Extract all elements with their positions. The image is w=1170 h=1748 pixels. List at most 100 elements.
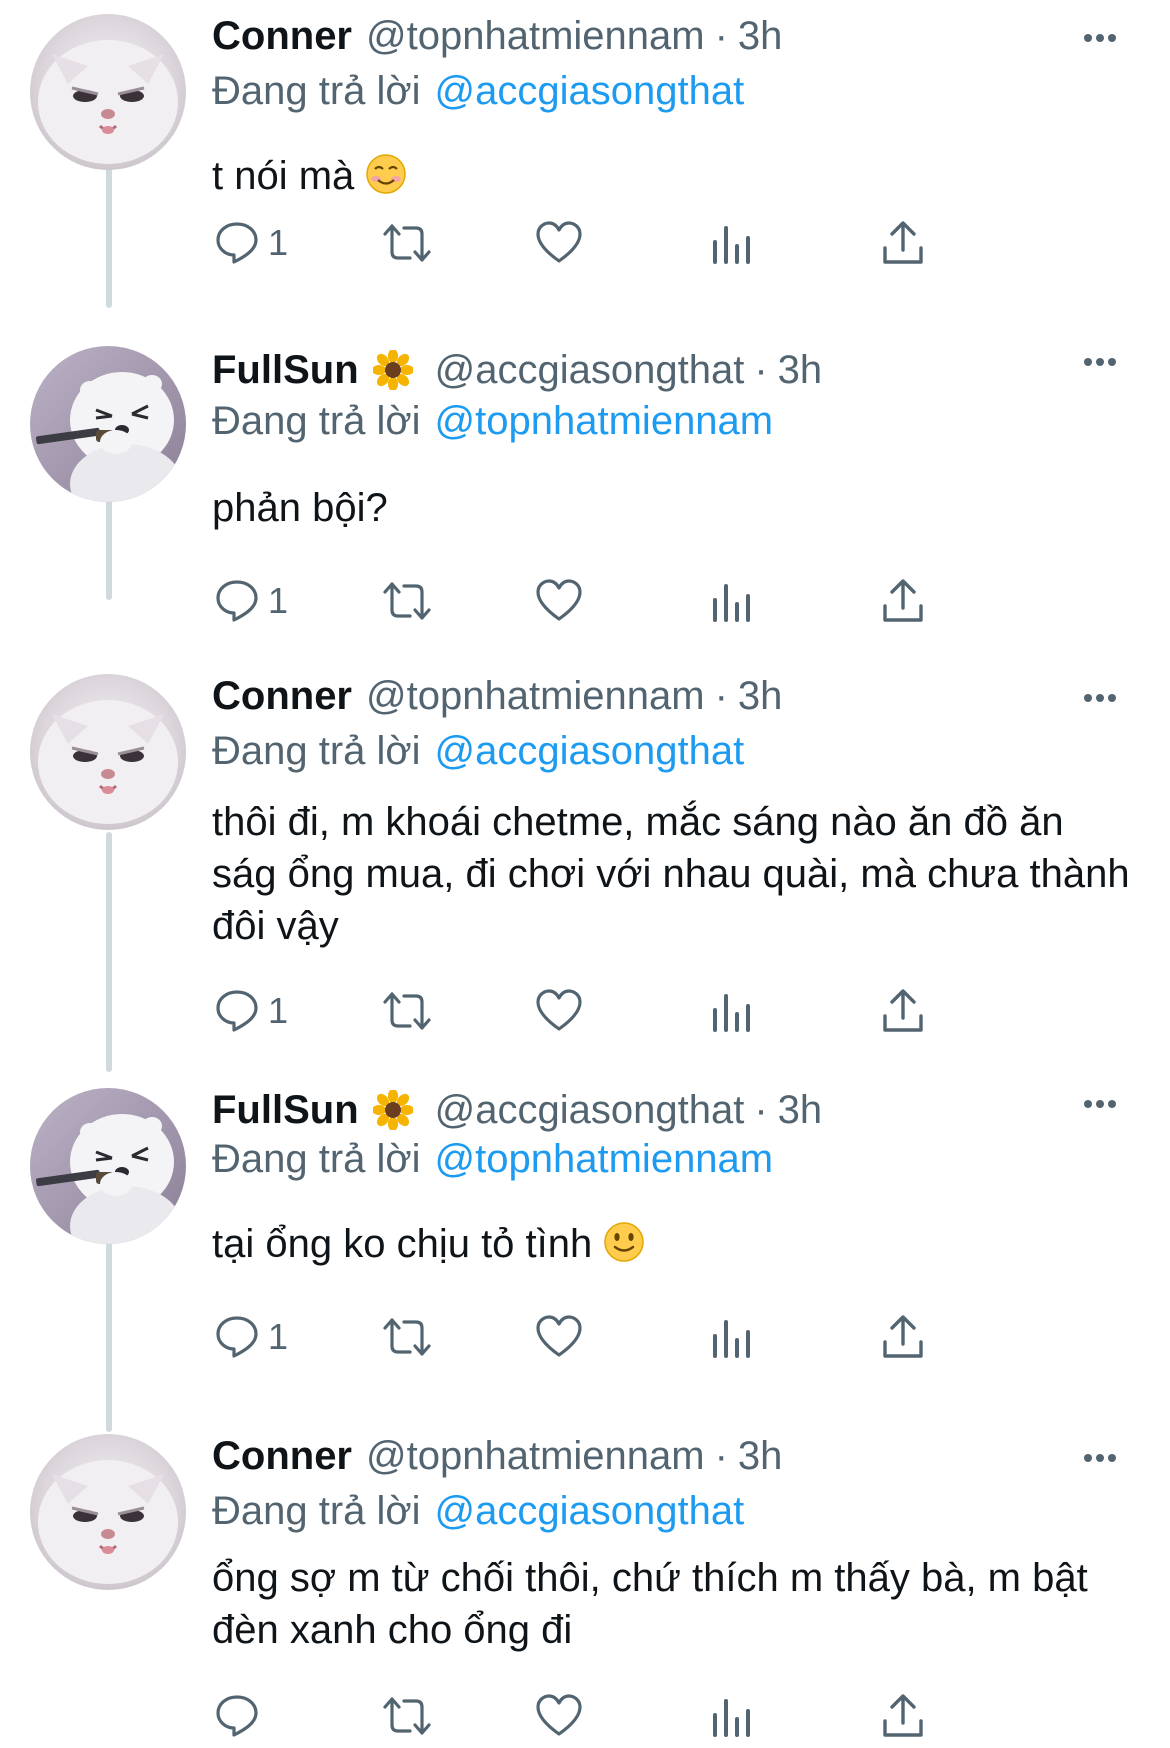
reply-button[interactable]: 1 — [212, 215, 288, 271]
tweet-text-content: thôi đi, m khoái chetme, mắc sáng nào ăn… — [212, 800, 1130, 948]
share-icon — [883, 579, 923, 622]
avatar[interactable] — [30, 1434, 186, 1590]
sunflower-icon — [372, 350, 413, 390]
tweet-text-content: t nói mà — [212, 154, 355, 198]
like-button[interactable] — [534, 573, 584, 629]
share-button[interactable] — [878, 983, 928, 1039]
timestamp[interactable]: 3h — [738, 12, 783, 60]
share-icon — [883, 221, 923, 264]
tweet-text-content: ổng sợ m từ chối thôi, chứ thích m thấy … — [212, 1556, 1088, 1652]
retweet-icon — [383, 1697, 431, 1735]
share-button[interactable] — [878, 573, 928, 629]
views-button[interactable] — [707, 1688, 757, 1744]
reply-icon — [216, 1695, 258, 1737]
mention-link[interactable]: @accgiasongthat — [435, 69, 745, 113]
timestamp[interactable]: 3h — [778, 1086, 823, 1134]
mention-link[interactable]: @accgiasongthat — [435, 729, 745, 773]
avatar[interactable] — [30, 1088, 186, 1244]
like-button[interactable] — [534, 1688, 584, 1744]
mention-link[interactable]: @topnhatmiennam — [435, 399, 774, 443]
replying-to-label: Đang trả lời — [212, 399, 421, 443]
user-handle[interactable]: @accgiasongthat — [435, 1086, 745, 1134]
views-button[interactable] — [707, 983, 757, 1039]
heart-icon — [536, 1315, 582, 1357]
avatar[interactable] — [30, 14, 186, 170]
retweet-icon — [383, 224, 431, 262]
avatar[interactable] — [30, 346, 186, 502]
reply-count: 1 — [268, 990, 289, 1031]
more-icon[interactable] — [1080, 1438, 1120, 1478]
more-icon[interactable] — [1080, 18, 1120, 58]
replying-to-label: Đang trả lời — [212, 1489, 421, 1533]
tweet-header: FullSun @accgiasongthat · 3h — [212, 1086, 822, 1134]
display-name[interactable]: Conner — [212, 1432, 352, 1480]
separator-dot: · — [754, 348, 768, 392]
display-name[interactable]: FullSun — [212, 346, 359, 394]
display-name[interactable]: Conner — [212, 672, 352, 720]
timestamp[interactable]: 3h — [738, 672, 783, 720]
replying-to: Đang trả lời @accgiasongthat — [212, 66, 744, 116]
thread-line — [106, 160, 112, 308]
tweet-header: Conner @topnhatmiennam · 3h — [212, 672, 782, 720]
replying-to: Đang trả lời @topnhatmiennam — [212, 1134, 773, 1184]
views-button[interactable] — [707, 573, 757, 629]
share-icon — [883, 989, 923, 1032]
tweet-header: FullSun @accgiasongthat · 3h — [212, 346, 822, 394]
like-button[interactable] — [534, 983, 584, 1039]
reply-button[interactable]: 1 — [212, 983, 288, 1039]
retweet-icon — [383, 582, 431, 620]
reply-button[interactable]: 1 — [212, 573, 288, 629]
tweet-actions: 1 — [212, 1309, 1112, 1365]
like-button[interactable] — [534, 215, 584, 271]
retweet-button[interactable] — [382, 1688, 432, 1744]
user-handle[interactable]: @topnhatmiennam — [366, 1432, 705, 1480]
display-name[interactable]: Conner — [212, 12, 352, 60]
reply-count: 1 — [268, 222, 289, 263]
user-handle[interactable]: @topnhatmiennam — [366, 672, 705, 720]
tweet-text: thôi đi, m khoái chetme, mắc sáng nào ăn… — [212, 796, 1132, 952]
share-button[interactable] — [878, 1309, 928, 1365]
avatar[interactable] — [30, 674, 186, 830]
display-name[interactable]: FullSun — [212, 1086, 359, 1134]
mention-link[interactable]: @topnhatmiennam — [435, 1137, 774, 1181]
more-icon[interactable] — [1080, 1084, 1120, 1124]
reply-icon — [216, 990, 258, 1032]
retweet-button[interactable] — [382, 1309, 432, 1365]
share-button[interactable] — [878, 1688, 928, 1744]
smiling-face-icon — [366, 154, 407, 194]
reply-icon — [216, 580, 258, 622]
tweet-actions: 1 — [212, 573, 1112, 629]
timestamp[interactable]: 3h — [778, 346, 823, 394]
retweet-button[interactable] — [382, 215, 432, 271]
retweet-button[interactable] — [382, 983, 432, 1039]
user-handle[interactable]: @accgiasongthat — [435, 346, 745, 394]
slightly-smiling-face-icon — [604, 1222, 645, 1262]
views-button[interactable] — [707, 1309, 757, 1365]
retweet-icon — [383, 1318, 431, 1356]
timestamp[interactable]: 3h — [738, 1432, 783, 1480]
views-button[interactable] — [707, 215, 757, 271]
heart-icon — [536, 989, 582, 1031]
reply-count: 1 — [268, 1316, 289, 1357]
views-icon — [713, 584, 750, 622]
reply-count: 1 — [268, 580, 289, 621]
mention-link[interactable]: @accgiasongthat — [435, 1489, 745, 1533]
retweet-button[interactable] — [382, 573, 432, 629]
more-icon[interactable] — [1080, 342, 1120, 382]
separator-dot: · — [714, 14, 728, 58]
replying-to: Đang trả lời @accgiasongthat — [212, 726, 744, 776]
user-handle[interactable]: @topnhatmiennam — [366, 12, 705, 60]
tweet-text: phản bội? — [212, 482, 1132, 534]
heart-icon — [536, 579, 582, 621]
tweet-header: Conner @topnhatmiennam · 3h — [212, 12, 782, 60]
tweet-text: t nói mà — [212, 150, 1132, 202]
thread-line — [106, 832, 112, 1072]
retweet-icon — [383, 992, 431, 1030]
like-button[interactable] — [534, 1309, 584, 1365]
share-button[interactable] — [878, 215, 928, 271]
reply-button[interactable]: 1 — [212, 1309, 288, 1365]
reply-button[interactable] — [212, 1688, 268, 1744]
views-icon — [713, 226, 750, 264]
replying-to-label: Đang trả lời — [212, 729, 421, 773]
more-icon[interactable] — [1080, 678, 1120, 718]
